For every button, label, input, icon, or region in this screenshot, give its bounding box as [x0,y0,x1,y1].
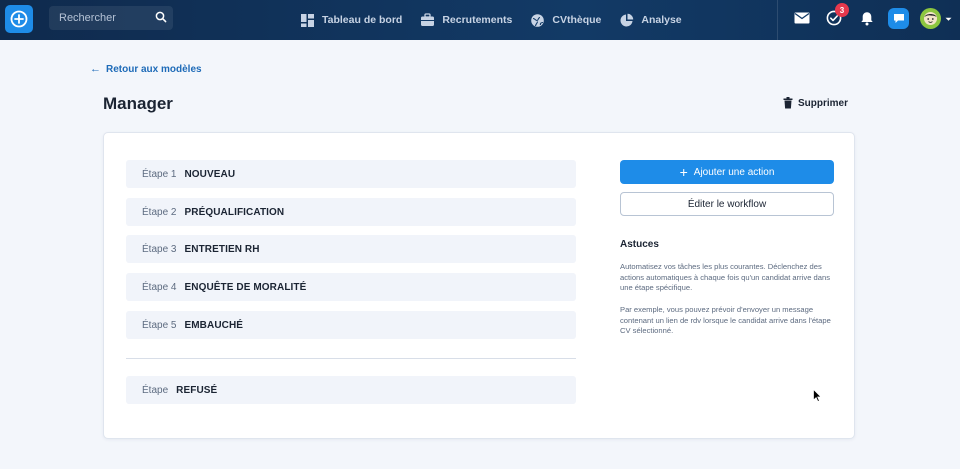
chat-icon [893,14,904,23]
workflow-step[interactable]: Étape 2 PRÉQUALIFICATION [126,198,576,226]
workflow-card: Étape 1 NOUVEAU Étape 2 PRÉQUALIFICATION… [103,132,855,439]
briefcase-icon [421,13,435,26]
tips-paragraph: Automatisez vos tâches les plus courante… [620,262,830,293]
nav-cvtheque[interactable]: CVthèque [530,13,601,28]
tips-title: Astuces [620,239,659,250]
step-name: EMBAUCHÉ [184,319,244,331]
arrow-left-icon: ← [90,63,101,75]
bell-icon[interactable] [860,11,874,26]
main-nav: Tableau de bord Recrutements CVthèque An… [300,0,700,40]
workflow-step[interactable]: Étape 5 EMBAUCHÉ [126,311,576,339]
edit-workflow-label: Éditer le workflow [687,198,767,210]
delete-button[interactable]: Supprimer [783,97,848,109]
user-avatar[interactable] [920,8,941,29]
plus-icon: + [679,164,688,180]
step-name: PRÉQUALIFICATION [184,206,285,218]
search-icon[interactable] [155,11,167,23]
workflow-step-rejected[interactable]: Étape REFUSÉ [126,376,576,404]
page-title: Manager [103,94,173,113]
workflow-step[interactable]: Étape 3 ENTRETIEN RH [126,235,576,263]
tasks-count-badge: 3 [835,3,849,17]
nav-recrutements[interactable]: Recrutements [420,13,512,27]
step-number: Étape 3 [142,243,177,255]
add-button[interactable] [5,5,33,33]
edit-workflow-button[interactable]: Éditer le workflow [620,192,834,216]
trash-icon [783,97,793,109]
add-action-label: Ajouter une action [693,166,775,178]
step-name: REFUSÉ [176,384,218,396]
nav-label: Recrutements [442,14,513,26]
nav-analyse[interactable]: Analyse [619,13,682,28]
workflow-step[interactable]: Étape 4 ENQUÊTE DE MORALITÉ [126,273,576,301]
globe-icon [531,13,545,27]
plus-circle-icon [10,10,28,28]
dashboard-icon [301,13,314,27]
back-link-label: Retour aux modèles [106,63,202,75]
search-input[interactable] [49,12,149,24]
mouse-cursor-icon [813,389,822,402]
step-number: Étape [142,384,169,396]
nav-label: Analyse [641,14,682,26]
search-box [49,6,173,30]
step-name: ENQUÊTE DE MORALITÉ [184,281,307,293]
steps-divider [126,358,576,359]
mail-icon[interactable] [794,12,810,24]
step-name: ENTRETIEN RH [184,243,260,255]
nav-label: Tableau de bord [322,14,403,26]
avatar-face-icon [924,12,937,25]
nav-tableau-de-bord[interactable]: Tableau de bord [300,13,402,28]
step-number: Étape 5 [142,319,177,331]
delete-label: Supprimer [798,97,849,109]
add-action-button[interactable]: + Ajouter une action [620,160,834,184]
chat-button[interactable] [888,8,909,29]
step-number: Étape 2 [142,206,177,218]
toolbar-divider [777,0,778,40]
step-name: NOUVEAU [184,168,236,180]
back-to-templates-link[interactable]: ← Retour aux modèles [90,63,202,75]
top-navigation-bar: Tableau de bord Recrutements CVthèque An… [0,0,960,40]
step-number: Étape 4 [142,281,177,293]
step-number: Étape 1 [142,168,177,180]
tips-paragraph: Par exemple, vous pouvez prévoir d'envoy… [620,305,831,336]
chevron-down-icon[interactable] [945,17,952,22]
chart-icon [620,13,634,26]
nav-label: CVthèque [552,14,602,26]
workflow-step[interactable]: Étape 1 NOUVEAU [126,160,576,188]
